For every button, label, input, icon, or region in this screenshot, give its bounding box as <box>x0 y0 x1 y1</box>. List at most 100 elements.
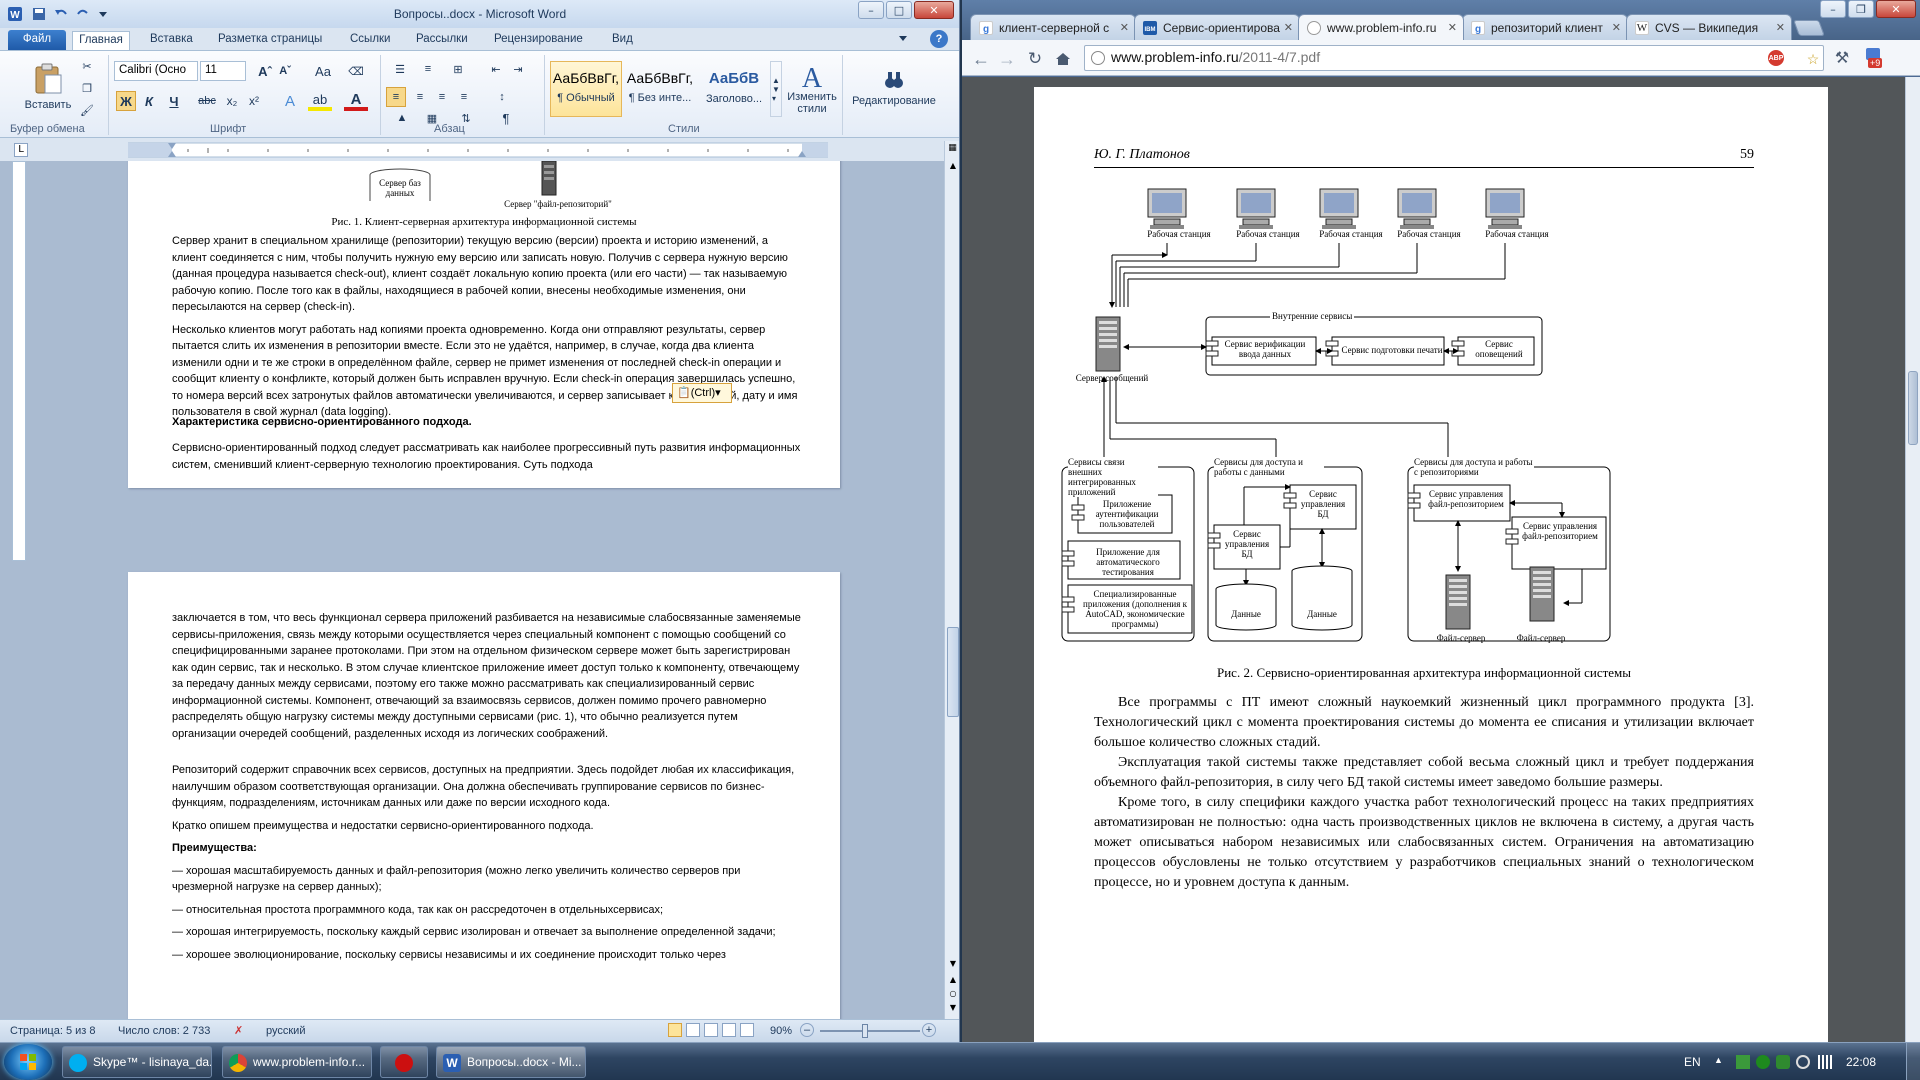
close-tab-icon[interactable]: ✕ <box>1612 21 1621 34</box>
tab-file[interactable]: Файл <box>8 30 66 50</box>
scroll-thumb[interactable] <box>1908 371 1918 445</box>
strikethrough-button[interactable]: abc <box>196 91 218 111</box>
close-button[interactable]: ✕ <box>914 1 954 19</box>
font-size-combo[interactable]: 11 <box>200 61 246 81</box>
font-color-icon[interactable]: A <box>344 91 368 111</box>
justify-button[interactable]: ≡ <box>454 87 474 107</box>
extensions-icon[interactable]: +9 <box>1862 48 1888 70</box>
format-painter-icon[interactable]: 🖌 <box>78 101 96 119</box>
bold-button[interactable]: Ж <box>116 91 136 111</box>
line-spacing-icon[interactable]: ↕ <box>490 87 514 107</box>
browse-object-icon[interactable]: ○ <box>947 989 959 1001</box>
browser-tab[interactable]: IBM Сервис-ориентирова ✕ <box>1134 14 1300 40</box>
print-layout-view-button[interactable] <box>668 1023 682 1037</box>
signal-icon[interactable] <box>1818 1055 1832 1069</box>
language-indicator[interactable]: русский <box>266 1025 305 1037</box>
vertical-ruler[interactable] <box>12 161 26 561</box>
web-layout-view-button[interactable] <box>704 1023 718 1037</box>
next-page-icon[interactable]: ▼ <box>947 1003 959 1015</box>
styles-scroll-button[interactable]: ▲ ▼ ▾ <box>770 61 782 117</box>
close-button[interactable]: ✕ <box>1876 0 1916 18</box>
editing-button[interactable]: Редактирование <box>846 55 942 121</box>
cut-icon[interactable]: ✂ <box>78 57 96 75</box>
scroll-up-arrow[interactable]: ▲ <box>947 161 959 173</box>
shrink-font-icon[interactable]: Aˇ <box>276 61 294 81</box>
zoom-level[interactable]: 90% <box>770 1025 792 1037</box>
taskbar-chrome[interactable]: www.problem-info.r... <box>222 1046 372 1078</box>
numbering-icon[interactable]: ≡ <box>416 59 440 79</box>
scroll-thumb[interactable] <box>947 627 959 717</box>
document-area[interactable]: Сервер баз данных Сервер "файл-репозитор… <box>0 161 944 1019</box>
pdf-viewer[interactable]: Ю. Г. Платонов 59 Рабочая станция Рабоча… <box>962 77 1905 1042</box>
tab-review[interactable]: Рецензирование <box>494 31 583 50</box>
horizontal-ruler[interactable]: L <box>0 139 959 161</box>
ruler-toggle-icon[interactable]: ▦ <box>946 143 959 157</box>
close-tab-icon[interactable]: ✕ <box>1448 21 1457 34</box>
zoom-out-button[interactable]: – <box>800 1023 814 1037</box>
adblock-icon[interactable]: ABP <box>1768 50 1784 66</box>
taskbar-word[interactable]: W Вопросы..docx - Mi... <box>436 1046 586 1078</box>
document-page[interactable]: Сервер баз данных Сервер "файл-репозитор… <box>128 161 840 488</box>
scroll-down-arrow[interactable]: ▼ <box>947 959 959 971</box>
zoom-in-button[interactable]: + <box>922 1023 936 1037</box>
outline-view-button[interactable] <box>722 1023 736 1037</box>
home-icon[interactable] <box>1052 48 1074 70</box>
document-page[interactable]: заключается в том, что весь функционал с… <box>128 572 840 1019</box>
clock[interactable]: 22:08 <box>1846 1055 1876 1069</box>
close-tab-icon[interactable]: ✕ <box>1776 21 1785 34</box>
tab-selector-icon[interactable]: L <box>14 143 28 157</box>
zoom-slider-thumb[interactable] <box>862 1024 868 1038</box>
tab-insert[interactable]: Вставка <box>150 31 193 50</box>
paste-button[interactable]: Вставить <box>18 57 78 117</box>
zoom-slider-track[interactable] <box>820 1030 920 1032</box>
start-button[interactable] <box>4 1044 52 1080</box>
draft-view-button[interactable] <box>740 1023 754 1037</box>
change-case-icon[interactable]: Aa <box>310 61 336 81</box>
paste-options-button[interactable]: 📋(Ctrl)▾ <box>672 383 732 403</box>
multilevel-list-icon[interactable]: ⊞ <box>446 59 470 79</box>
align-right-button[interactable]: ≡ <box>432 87 452 107</box>
style-heading1[interactable]: АаБбВ Заголово... <box>698 61 770 117</box>
superscript-button[interactable]: x² <box>244 91 264 111</box>
tab-references[interactable]: Ссылки <box>350 31 391 50</box>
browser-tab[interactable]: g клиент-серверной с ✕ <box>970 14 1136 40</box>
new-tab-button[interactable] <box>1793 20 1825 36</box>
align-left-button[interactable]: ≡ <box>386 87 406 107</box>
tab-home[interactable]: Главная <box>72 31 130 50</box>
page-indicator[interactable]: Страница: 5 из 8 <box>10 1025 96 1037</box>
volume-icon[interactable] <box>1796 1055 1810 1069</box>
back-arrow-icon[interactable]: ← <box>970 48 992 70</box>
show-marks-icon[interactable]: ¶ <box>496 109 516 127</box>
change-styles-button[interactable]: A Изменить стили <box>784 55 840 121</box>
clear-formatting-icon[interactable]: ⌫ <box>346 61 366 81</box>
show-hidden-icons[interactable]: ▲ <box>1714 1055 1723 1065</box>
antivirus-icon[interactable] <box>1776 1055 1790 1069</box>
full-screen-view-button[interactable] <box>686 1023 700 1037</box>
close-tab-icon[interactable]: ✕ <box>1120 21 1129 34</box>
bullets-icon[interactable]: ☰ <box>388 59 412 79</box>
decrease-indent-icon[interactable]: ⇤ <box>486 59 506 79</box>
help-icon[interactable]: ? <box>930 30 948 48</box>
minimize-ribbon-icon[interactable] <box>895 30 911 46</box>
browser-tab-active[interactable]: www.problem-info.ru ✕ <box>1298 14 1464 40</box>
copy-icon[interactable]: ❐ <box>78 79 96 97</box>
network-icon[interactable] <box>1736 1055 1750 1069</box>
italic-button[interactable]: К <box>140 91 158 111</box>
shading-icon[interactable]: ▲ <box>390 109 414 127</box>
browser-tab[interactable]: g репозиторий клиент ✕ <box>1462 14 1628 40</box>
restore-button[interactable]: ❐ <box>1848 0 1874 18</box>
skype-tray-icon[interactable] <box>1756 1055 1770 1069</box>
align-center-button[interactable]: ≡ <box>410 87 430 107</box>
forward-arrow-icon[interactable]: → <box>996 48 1018 70</box>
browser-tab[interactable]: W CVS — Википедия ✕ <box>1626 14 1792 40</box>
taskbar-opera[interactable] <box>380 1046 428 1078</box>
previous-page-icon[interactable]: ▲ <box>947 975 959 987</box>
increase-indent-icon[interactable]: ⇥ <box>508 59 528 79</box>
tab-mailings[interactable]: Рассылки <box>416 31 468 50</box>
grow-font-icon[interactable]: Aˆ <box>256 61 274 81</box>
tab-view[interactable]: Вид <box>612 31 633 50</box>
subscript-button[interactable]: x₂ <box>222 91 242 111</box>
font-name-combo[interactable]: Calibri (Осно <box>114 61 198 81</box>
address-bar[interactable]: www.problem-info.ru/2011-4/7.pdf <box>1084 45 1824 71</box>
minimize-button[interactable]: – <box>858 1 884 19</box>
